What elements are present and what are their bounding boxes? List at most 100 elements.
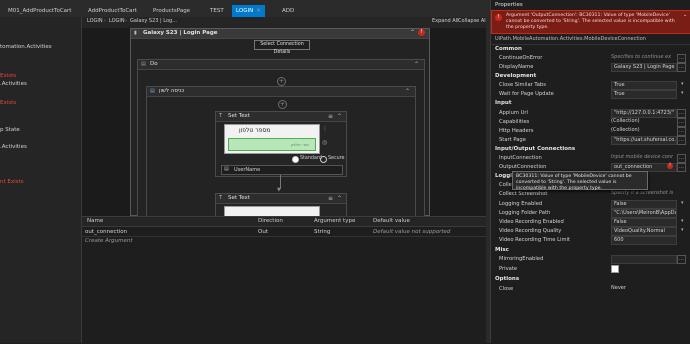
left-panel-item[interactable]: nt Exists — [0, 179, 24, 185]
left-panel-item[interactable]: Exists — [0, 100, 16, 106]
tab-addproducttocart[interactable]: AddProductToCart — [84, 5, 141, 17]
tab-label: TEST — [210, 8, 224, 14]
chevron-down-icon[interactable]: ▾ — [681, 227, 684, 233]
expand-all-button[interactable]: Expand All — [432, 18, 459, 24]
do-sequence[interactable]: ▤ Do ⌃ + ▤ כניסה לשון ⌃ + T Set Text ≡ ⌃… — [137, 59, 425, 222]
property-value[interactable]: True — [611, 81, 677, 90]
more-options-button[interactable]: … — [677, 63, 686, 72]
section-options[interactable]: Options — [495, 276, 519, 282]
arguments-header-row: Name Direction Argument type Default val… — [82, 217, 486, 227]
more-options-button[interactable]: … — [677, 154, 686, 163]
chevron-down-icon[interactable]: ▾ — [681, 90, 684, 96]
do-label: Do — [150, 61, 158, 67]
more-options-button[interactable]: … — [677, 118, 686, 127]
more-options-button[interactable]: … — [677, 54, 686, 63]
section-misc[interactable]: Misc — [495, 247, 509, 253]
tab-productspage[interactable]: ProductsPage — [149, 5, 194, 17]
property-value[interactable]: "http://127.0.0.1:4723/" — [611, 109, 677, 118]
property-value[interactable]: "https://uat.shufersal.co.il/ — [611, 136, 677, 145]
property-value[interactable]: Input mobile device conne — [611, 154, 673, 161]
argument-default[interactable]: Default value not supported — [373, 229, 450, 235]
collapse-icon[interactable]: ⌃ — [405, 88, 410, 95]
menu-icon[interactable]: ≡ — [328, 195, 333, 202]
collapse-icon[interactable]: ⌃ — [410, 29, 415, 36]
left-panel-item[interactable]: .Activities — [0, 81, 27, 87]
property-name: Start Page — [499, 137, 526, 143]
property-value[interactable]: Specifies to continue ex — [611, 54, 673, 61]
column-header-default-value[interactable]: Default value — [373, 218, 410, 224]
error-icon: ! — [667, 163, 673, 169]
do-header: ▤ Do ⌃ — [138, 60, 424, 70]
select-connection-details-button[interactable]: Select Connection Details — [254, 40, 310, 55]
tab-m01-addproducttocart[interactable]: M01_AddProductToCart — [4, 5, 75, 17]
property-value[interactable]: False — [611, 218, 677, 227]
secure-radio[interactable] — [320, 156, 327, 163]
section-input-output-connections[interactable]: Input/Output Connections — [495, 146, 575, 152]
chevron-down-icon[interactable]: ▾ — [681, 218, 684, 224]
property-value[interactable]: Never — [611, 285, 673, 292]
text-input-value: UserName — [234, 167, 261, 173]
tab-test[interactable]: TEST — [206, 5, 228, 17]
menu-icon[interactable]: ≡ — [328, 113, 333, 120]
inner-sequence[interactable]: ▤ כניסה לשון ⌃ + T Set Text ≡ ⌃ מספר טלפ… — [146, 86, 416, 222]
section-development[interactable]: Development — [495, 73, 536, 79]
left-panel-item[interactable]: .Activities — [0, 144, 27, 150]
chevron-down-icon[interactable]: ▾ — [681, 200, 684, 206]
section-common[interactable]: Common — [495, 46, 522, 52]
column-header-name[interactable]: Name — [87, 218, 103, 224]
property-value[interactable] — [611, 255, 677, 264]
standard-radio[interactable] — [292, 156, 299, 163]
tab-add[interactable]: ADD — [278, 5, 298, 17]
property-value[interactable]: Galaxy S23 | Login Page — [611, 63, 677, 72]
breadcrumb-item[interactable]: LOGIN — [87, 18, 103, 24]
section-input[interactable]: Input — [495, 100, 511, 106]
argument-type[interactable]: String — [314, 229, 330, 235]
dropdown-chevron-icon[interactable]: ⌄ — [683, 12, 687, 18]
text-input[interactable]: ▤ UserName — [221, 165, 343, 175]
breadcrumb-item[interactable]: LOGIN — [109, 18, 125, 24]
property-value[interactable]: VideoQuality.Normal — [611, 227, 677, 236]
property-value[interactable]: (Collection) — [611, 118, 673, 125]
set-text-title: Set Text — [228, 113, 250, 119]
phone-icon: ▮ — [134, 30, 137, 36]
element-screenshot[interactable]: מספר טלפון מס׳ טלפון — [224, 124, 320, 154]
options-icon[interactable]: ⋮ — [322, 125, 328, 132]
error-banner: ! Argument 'OutputConnection': BC30311: … — [491, 10, 690, 34]
left-panel-item[interactable]: p State — [0, 127, 20, 133]
private-checkbox[interactable] — [611, 265, 619, 273]
target-icon[interactable]: ◎ — [322, 139, 327, 146]
breadcrumb-item[interactable]: Galaxy S23 | Log... — [130, 18, 177, 24]
property-value[interactable]: (Collection) — [611, 127, 673, 134]
more-options-button[interactable]: … — [677, 255, 686, 264]
property-name: Appium Url — [499, 110, 528, 116]
chevron-down-icon[interactable]: ▾ — [681, 81, 684, 87]
property-value[interactable]: "C:\Users\MeironB\AppDa — [611, 209, 677, 218]
set-text-activity[interactable]: T Set Text ≡ ⌃ מספר טלפון מס׳ טלפון ⋮ ◎ — [215, 111, 347, 177]
argument-direction[interactable]: Out — [258, 229, 268, 235]
create-argument-link[interactable]: Create Argument — [85, 238, 133, 244]
tab-login[interactable]: LOGIN ✕ — [232, 5, 265, 17]
more-options-button[interactable]: … — [677, 109, 686, 118]
property-value[interactable]: False — [611, 200, 677, 209]
collapse-all-button[interactable]: Collapse All — [458, 18, 487, 24]
column-header-direction[interactable]: Direction — [258, 218, 283, 224]
error-icon[interactable]: ! — [418, 29, 425, 36]
add-activity-icon[interactable]: + — [278, 100, 287, 109]
collapse-icon[interactable]: ⌃ — [337, 113, 342, 120]
galaxy-login-page-container[interactable]: ▮ Galaxy S23 | Login Page ! ⌃ Select Con… — [130, 28, 430, 222]
workflow-designer[interactable]: ▮ Galaxy S23 | Login Page ! ⌃ Select Con… — [82, 28, 486, 222]
left-panel-item[interactable]: tomation.Activities — [0, 44, 52, 50]
property-value[interactable]: 600 — [611, 236, 677, 245]
left-panel-item[interactable]: Exists — [0, 73, 16, 79]
close-icon[interactable]: ✕ — [256, 8, 261, 14]
more-options-button[interactable]: … — [677, 127, 686, 136]
collapse-icon[interactable]: ⌃ — [337, 195, 342, 202]
collapse-icon[interactable]: ⌃ — [414, 61, 419, 68]
more-options-button[interactable]: … — [677, 136, 686, 145]
more-options-button[interactable]: … — [677, 163, 686, 172]
table-row[interactable]: out_connection Out String Default value … — [82, 227, 486, 237]
column-header-argument-type[interactable]: Argument type — [314, 218, 355, 224]
add-activity-icon[interactable]: + — [277, 77, 286, 86]
property-value[interactable]: True — [611, 90, 677, 99]
argument-name[interactable]: out_connection — [85, 229, 127, 235]
